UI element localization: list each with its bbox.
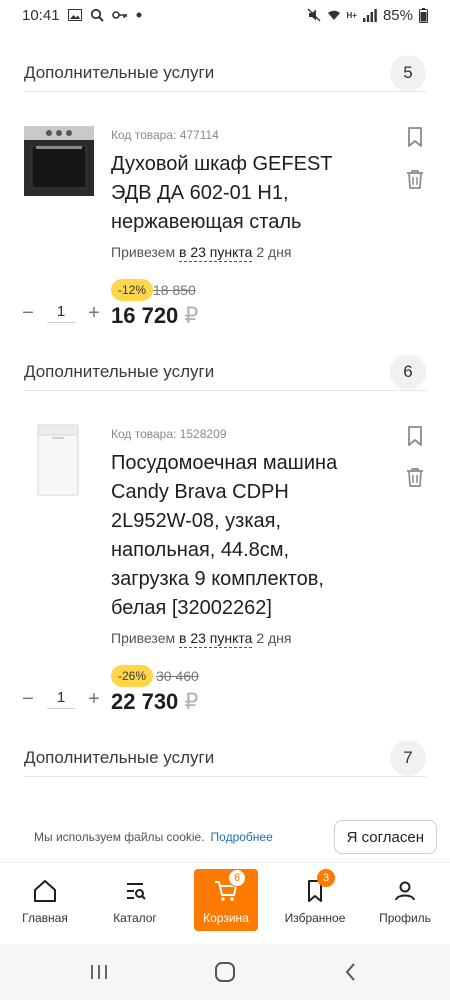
product-name[interactable]: Духовой шкаф GEFEST ЭДВ ДА 602-01 Н1, не… xyxy=(111,150,371,237)
trash-icon[interactable] xyxy=(404,168,426,190)
nav-cart[interactable]: 6 Корзина xyxy=(194,869,258,931)
status-time: 10:41 xyxy=(22,6,60,24)
dot-icon xyxy=(136,12,142,18)
additional-services-row[interactable]: Дополнительные услуги 7 xyxy=(24,739,426,777)
additional-services-count: 6 xyxy=(390,353,426,390)
delivery-points-link[interactable]: в 23 пункта xyxy=(179,244,253,262)
cart-count-badge: 6 xyxy=(228,869,246,887)
cookie-text: Мы используем файлы cookie. xyxy=(34,830,205,844)
cart-icon: 6 xyxy=(212,869,246,905)
nav-cart-label: Корзина xyxy=(203,911,249,925)
additional-services-row[interactable]: Дополнительные услуги 6 xyxy=(24,353,426,391)
favorites-bookmark-icon: 3 xyxy=(301,869,335,905)
product-code: Код товара: 477114 xyxy=(111,128,219,142)
nav-catalog-label: Каталог xyxy=(113,911,157,925)
bottom-navigation: Главная Каталог 6 Корзина 3 Избранное Пр… xyxy=(0,862,450,942)
gallery-icon xyxy=(67,9,82,21)
decrease-qty-button[interactable]: − xyxy=(20,302,36,325)
nav-favorites-label: Избранное xyxy=(284,911,346,925)
discount-badge: -26% xyxy=(111,665,154,687)
back-icon[interactable] xyxy=(339,960,363,984)
profile-icon xyxy=(391,877,419,905)
signal-icon xyxy=(362,8,377,22)
trash-icon[interactable] xyxy=(404,466,426,488)
additional-services-label: Дополнительные услуги xyxy=(24,361,215,381)
nav-profile-label: Профиль xyxy=(379,911,431,925)
delivery-info: Привезем в 23 пункта 2 дня xyxy=(111,244,292,262)
additional-services-count: 7 xyxy=(390,739,426,776)
bookmark-icon[interactable] xyxy=(404,126,426,148)
battery-level: 85% xyxy=(382,6,413,24)
old-price: 30 460 xyxy=(156,668,199,684)
currency-symbol: ₽ xyxy=(184,689,199,714)
additional-services-count: 5 xyxy=(390,54,426,91)
additional-services-row[interactable]: Дополнительные услуги 5 xyxy=(24,54,426,92)
nav-home[interactable]: Главная xyxy=(13,869,77,931)
search-status-icon xyxy=(90,8,104,22)
price-value: 16 720 xyxy=(111,303,179,328)
favorites-count-badge: 3 xyxy=(317,869,335,887)
additional-services-label: Дополнительные услуги xyxy=(24,747,215,767)
nav-favorites[interactable]: 3 Избранное xyxy=(283,869,347,931)
home-icon xyxy=(31,877,59,905)
cookie-banner: Мы используем файлы cookie. Подробнее Я … xyxy=(0,812,450,862)
nav-profile[interactable]: Профиль xyxy=(373,869,437,931)
delivery-info: Привезем в 23 пункта 2 дня xyxy=(111,630,292,648)
delivery-time: 2 дня xyxy=(256,630,292,646)
old-price: 18 850 xyxy=(153,282,196,298)
quantity-value[interactable]: 1 xyxy=(47,303,75,323)
nav-catalog[interactable]: Каталог xyxy=(103,869,167,931)
decrease-qty-button[interactable]: − xyxy=(20,688,36,711)
nav-home-label: Главная xyxy=(22,911,68,925)
battery-icon xyxy=(419,7,428,23)
additional-services-label: Дополнительные услуги xyxy=(24,62,215,82)
delivery-points-link[interactable]: в 23 пункта xyxy=(179,630,253,648)
wifi-call-icon xyxy=(327,8,341,22)
increase-qty-button[interactable]: + xyxy=(86,688,102,711)
product-price: 16 720 ₽ xyxy=(111,303,198,329)
system-navigation-bar xyxy=(0,944,450,1000)
bookmark-icon[interactable] xyxy=(404,425,426,447)
discount-badge: -12% xyxy=(111,279,154,301)
network-type: H+ xyxy=(346,10,357,20)
key-icon xyxy=(111,10,128,20)
product-price: 22 730 ₽ xyxy=(111,689,198,715)
product-image-dishwasher[interactable] xyxy=(36,424,80,496)
increase-qty-button[interactable]: + xyxy=(86,302,102,325)
price-value: 22 730 xyxy=(111,689,179,714)
recent-apps-icon[interactable] xyxy=(87,960,111,984)
home-button-icon[interactable] xyxy=(213,960,237,984)
currency-symbol: ₽ xyxy=(184,303,199,328)
status-bar: 10:41 H+ 85% xyxy=(0,0,450,30)
quantity-stepper: − 1 + xyxy=(20,302,102,324)
cookie-accept-button[interactable]: Я согласен xyxy=(333,820,437,854)
quantity-value[interactable]: 1 xyxy=(47,689,75,709)
catalog-icon xyxy=(121,877,149,905)
delivery-prefix: Привезем xyxy=(111,630,176,646)
product-name[interactable]: Посудомоечная машина Candy Brava CDPH 2L… xyxy=(111,449,371,623)
product-image-oven[interactable] xyxy=(24,126,94,196)
product-code: Код товара: 1528209 xyxy=(111,427,227,441)
mute-icon xyxy=(307,8,321,22)
quantity-stepper: − 1 + xyxy=(20,688,102,710)
delivery-prefix: Привезем xyxy=(111,244,176,260)
delivery-time: 2 дня xyxy=(256,244,292,260)
cookie-more-link[interactable]: Подробнее xyxy=(211,830,273,844)
